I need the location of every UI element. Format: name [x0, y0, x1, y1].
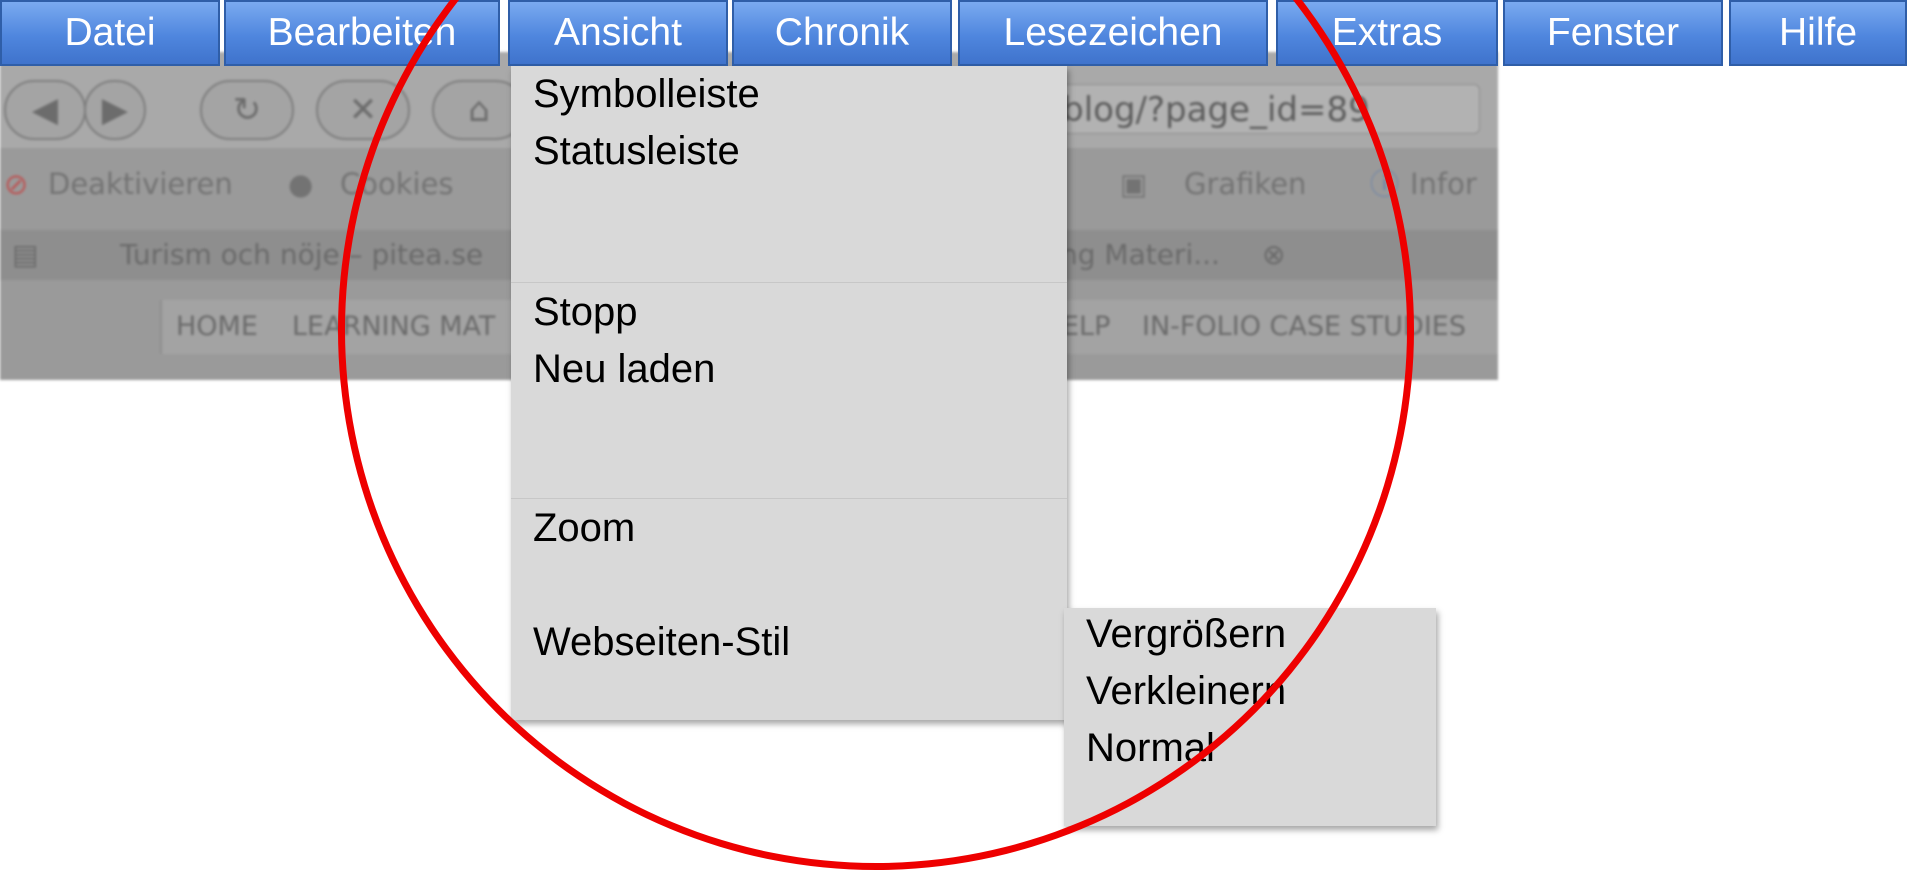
stop-button: ✕	[316, 80, 410, 140]
toolbar-images-label: Grafiken	[1184, 167, 1307, 201]
menu-extras[interactable]: Extras	[1276, 0, 1498, 66]
menu-chronik[interactable]: Chronik	[732, 0, 952, 66]
menu-ansicht[interactable]: Ansicht	[508, 0, 728, 66]
submenu-item-normal[interactable]: Normal	[1086, 720, 1215, 776]
menu-datei[interactable]: Datei	[0, 0, 220, 66]
tab-close-icon: ⊗	[1262, 238, 1286, 271]
menu-lesezeichen[interactable]: Lesezeichen	[958, 0, 1268, 66]
back-button: ◀	[4, 80, 86, 140]
view-menu-dropdown: Symbolleiste Statusleiste Stopp Neu lade…	[511, 66, 1067, 720]
menu-item-zoom[interactable]: Zoom	[533, 500, 635, 556]
zoom-submenu: Vergrößern Verkleinern Normal	[1064, 608, 1436, 826]
site-nav-home: HOME	[176, 311, 258, 342]
site-nav-help: ELP	[1062, 311, 1111, 342]
tab-favicon-icon: ▤	[12, 238, 39, 271]
menu-separator	[511, 282, 1067, 283]
submenu-item-verkleinern[interactable]: Verkleinern	[1086, 663, 1286, 719]
forward-button: ▶	[84, 80, 146, 140]
tab-turism: Turism och nöje – pitea.se	[120, 238, 484, 271]
menu-fenster[interactable]: Fenster	[1503, 0, 1723, 66]
menu-bearbeiten[interactable]: Bearbeiten	[224, 0, 500, 66]
site-nav-case-studies: IN-FOLIO CASE STUDIES	[1142, 311, 1466, 342]
info-icon: ⓘ	[1370, 167, 1400, 201]
toolbar-disable-label: Deaktivieren	[48, 167, 233, 201]
url-bar: k/blog/?page_id=89	[1010, 84, 1480, 134]
toolbar-info-label: Infor	[1410, 167, 1477, 201]
reload-button: ↻	[200, 80, 294, 140]
menu-separator	[511, 498, 1067, 499]
menu-hilfe[interactable]: Hilfe	[1729, 0, 1907, 66]
menu-bar: Datei Bearbeiten Ansicht Chronik Lesezei…	[0, 0, 1907, 68]
site-nav-learning: LEARNING MAT	[292, 311, 496, 342]
toolbar-cookies-label: Cookies	[340, 167, 454, 201]
user-icon: ●	[288, 167, 314, 201]
menu-item-webseiten-stil[interactable]: Webseiten-Stil	[533, 614, 790, 670]
menu-item-neu-laden[interactable]: Neu laden	[533, 341, 715, 397]
menu-item-stopp[interactable]: Stopp	[533, 284, 638, 340]
menu-item-symbolleiste[interactable]: Symbolleiste	[533, 66, 760, 122]
disable-icon: ⊘	[4, 167, 29, 201]
menu-item-statusleiste[interactable]: Statusleiste	[533, 123, 740, 179]
image-icon: ▣	[1120, 167, 1148, 201]
submenu-item-vergroessern[interactable]: Vergrößern	[1086, 606, 1286, 662]
tab-learning: ng Materi...	[1060, 238, 1220, 271]
